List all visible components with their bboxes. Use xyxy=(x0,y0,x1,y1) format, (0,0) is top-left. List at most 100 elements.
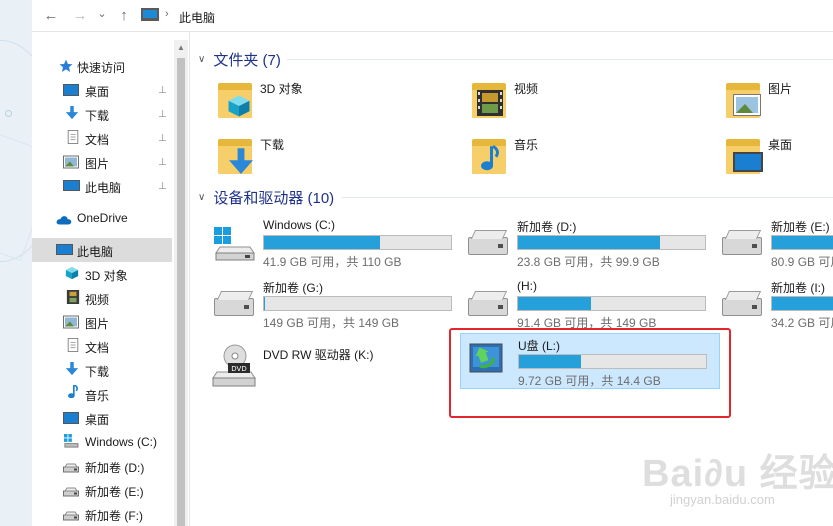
sidebar-item-drive-f[interactable]: 新加卷 (F:) xyxy=(32,502,172,526)
group-title: 文件夹 (7) xyxy=(213,52,281,69)
sidebar-scrollbar[interactable]: ▲ xyxy=(174,40,188,526)
folder-3d-objects[interactable]: 3D 对象 xyxy=(215,78,445,128)
sidebar-item-pictures-pc[interactable]: 图片 xyxy=(32,310,172,334)
drive-i[interactable]: 新加卷 (I:) 34.2 GB 可用 xyxy=(714,276,833,332)
svg-text:DVD: DVD xyxy=(231,365,246,373)
desktop-folder-icon xyxy=(723,134,763,176)
sidebar-item-quick-access[interactable]: 快速访问 xyxy=(32,54,172,78)
drive-name: 新加卷 (G:) xyxy=(263,281,323,295)
sidebar-item-documents-pc[interactable]: 文档 xyxy=(32,334,172,358)
sidebar-item-label: 图片 xyxy=(85,317,110,331)
drive-usage-fill xyxy=(518,236,660,249)
download-icon xyxy=(65,362,79,376)
drive-c[interactable]: Windows (C:) 41.9 GB 可用，共 110 GB xyxy=(206,215,466,271)
folder-music[interactable]: 音乐 xyxy=(469,134,699,184)
video-folder-icon xyxy=(469,78,509,120)
drive-space-info: 23.8 GB 可用，共 99.9 GB xyxy=(517,255,660,269)
pc-icon xyxy=(56,244,73,255)
scroll-up-arrow-icon[interactable]: ▲ xyxy=(174,40,188,56)
dvd-drive-icon: DVD xyxy=(212,344,256,387)
group-header-folders[interactable]: ∨ 文件夹 (7) xyxy=(198,49,281,70)
breadcrumb-this-pc[interactable]: 此电脑 xyxy=(179,9,215,26)
back-button[interactable]: ← xyxy=(42,6,60,26)
sidebar-item-downloads[interactable]: 下载 ⊥ xyxy=(32,102,172,126)
drive-usage-bar xyxy=(771,296,833,311)
recent-locations-dropdown[interactable]: ⌄ xyxy=(93,4,111,24)
drive-d[interactable]: 新加卷 (D:) 23.8 GB 可用，共 99.9 GB xyxy=(460,215,720,271)
sidebar-item-label: 音乐 xyxy=(85,389,110,403)
pin-icon[interactable]: ⊥ xyxy=(158,85,167,96)
sidebar-item-drive-e[interactable]: 新加卷 (E:) xyxy=(32,478,172,502)
breadcrumb-separator[interactable]: › xyxy=(165,8,169,20)
picture-icon xyxy=(63,155,79,169)
pin-icon[interactable]: ⊥ xyxy=(158,181,167,192)
highlight-annotation xyxy=(449,328,731,418)
desktop-background xyxy=(0,0,32,526)
sidebar-item-pictures[interactable]: 图片 ⊥ xyxy=(32,150,172,174)
drive-h[interactable]: (H:) 91.4 GB 可用，共 149 GB xyxy=(460,276,720,332)
folder-desktop[interactable]: 桌面 xyxy=(723,134,833,184)
drive-icon xyxy=(63,511,79,521)
sidebar-item-label: OneDrive xyxy=(77,211,128,225)
sidebar-item-documents[interactable]: 文档 ⊥ xyxy=(32,126,172,150)
group-header-devices[interactable]: ∨ 设备和驱动器 (10) xyxy=(198,187,334,208)
sidebar-item-this-pc-quick[interactable]: 此电脑 ⊥ xyxy=(32,174,172,198)
drive-name: Windows (C:) xyxy=(263,218,336,232)
sidebar-item-label: 文档 xyxy=(85,341,110,355)
3d-objects-folder-icon xyxy=(215,78,255,120)
drive-name: 新加卷 (E:) xyxy=(771,220,830,234)
drive-space-info: 34.2 GB 可用 xyxy=(771,316,833,330)
sidebar-item-drive-c[interactable]: Windows (C:) xyxy=(32,430,172,454)
desktop-decoration xyxy=(5,110,12,117)
drive-icon xyxy=(214,298,254,316)
drive-dvd-k[interactable]: DVD DVD RW 驱动器 (K:) xyxy=(206,338,466,394)
drive-icon xyxy=(468,237,508,255)
sidebar-item-drive-d[interactable]: 新加卷 (D:) xyxy=(32,454,172,478)
drive-name: DVD RW 驱动器 (K:) xyxy=(263,348,374,362)
drive-usage-bar xyxy=(771,235,833,250)
up-button[interactable]: ↑ xyxy=(115,6,133,26)
sidebar-item-desktop-pc[interactable]: 桌面 xyxy=(32,406,172,430)
sidebar-item-label: 快速访问 xyxy=(77,61,126,75)
folder-label: 3D 对象 xyxy=(260,82,303,96)
scrollbar-thumb[interactable] xyxy=(177,58,185,526)
collapse-chevron-icon[interactable]: ∨ xyxy=(198,54,205,65)
group-divider xyxy=(342,197,833,198)
sidebar-item-music[interactable]: 音乐 xyxy=(32,382,172,406)
pin-icon[interactable]: ⊥ xyxy=(158,157,167,168)
sidebar-item-videos[interactable]: 视频 xyxy=(32,286,172,310)
sidebar-item-3d-objects[interactable]: 3D 对象 xyxy=(32,262,172,286)
folder-label: 音乐 xyxy=(514,138,539,152)
forward-button[interactable]: → xyxy=(71,6,89,26)
download-icon xyxy=(65,106,79,120)
sidebar-item-label: 此电脑 xyxy=(85,181,122,195)
picture-folder-icon xyxy=(723,78,763,120)
sidebar-item-label: 下载 xyxy=(85,365,110,379)
drive-usage-bar xyxy=(517,235,706,250)
folder-label: 下载 xyxy=(260,138,285,152)
drive-space-info: 80.9 GB 可用 xyxy=(771,255,833,269)
folder-downloads[interactable]: 下载 xyxy=(215,134,445,184)
drive-icon xyxy=(722,298,762,316)
sidebar-item-desktop[interactable]: 桌面 ⊥ xyxy=(32,78,172,102)
drive-usage-fill xyxy=(264,297,265,310)
sidebar-item-label: 新加卷 (F:) xyxy=(85,509,143,523)
sidebar-item-onedrive[interactable]: OneDrive xyxy=(32,206,172,230)
drive-usage-fill xyxy=(518,297,591,310)
windows-drive-icon xyxy=(64,434,79,448)
pin-icon[interactable]: ⊥ xyxy=(158,109,167,120)
navigation-pane: 快速访问 桌面 ⊥ 下载 ⊥ 文档 ⊥ 图片 ⊥ 此电脑 ⊥ OneDrive … xyxy=(32,32,189,526)
sidebar-item-label: 此电脑 xyxy=(77,245,114,259)
drive-e[interactable]: 新加卷 (E:) 80.9 GB 可用 xyxy=(714,215,833,271)
sidebar-item-downloads-pc[interactable]: 下载 xyxy=(32,358,172,382)
sidebar-item-this-pc[interactable]: 此电脑 xyxy=(32,238,172,262)
pin-icon[interactable]: ⊥ xyxy=(158,133,167,144)
drive-name: (H:) xyxy=(517,279,537,293)
drive-usage-bar xyxy=(517,296,706,311)
drive-g[interactable]: 新加卷 (G:) 149 GB 可用，共 149 GB xyxy=(206,276,466,332)
folder-pictures[interactable]: 图片 xyxy=(723,78,833,128)
collapse-chevron-icon[interactable]: ∨ xyxy=(198,192,205,203)
sidebar-item-label: 图片 xyxy=(85,157,110,171)
folder-videos[interactable]: 视频 xyxy=(469,78,699,128)
sidebar-item-label: 下载 xyxy=(85,109,110,123)
